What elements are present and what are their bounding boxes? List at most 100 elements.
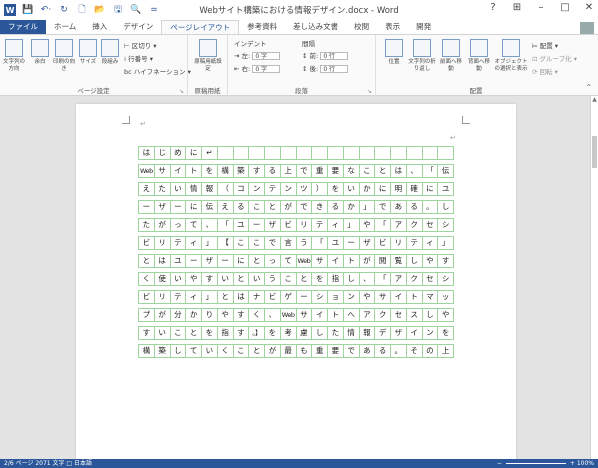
grid-cell[interactable]: と xyxy=(249,255,265,267)
grid-cell[interactable]: こ xyxy=(360,165,376,177)
zoom-in-icon[interactable]: + xyxy=(570,460,575,467)
grid-cell[interactable]: 重 xyxy=(312,345,328,357)
grid-cell[interactable]: イ xyxy=(407,327,423,339)
grid-cell[interactable]: や xyxy=(438,309,454,321)
avatar[interactable] xyxy=(580,22,594,34)
rotate-button[interactable]: ⟳ 回転 ▾ xyxy=(532,66,558,76)
grid-cell[interactable]: ト xyxy=(344,255,360,267)
grid-cell[interactable]: サ xyxy=(375,291,391,303)
send-backward-button[interactable]: 背面へ移動 xyxy=(466,39,492,73)
paragraph-launcher-icon[interactable]: ↘ xyxy=(367,88,372,95)
grid-cell[interactable]: く xyxy=(139,273,155,285)
grid-cell[interactable]: ー xyxy=(297,291,313,303)
grid-cell[interactable]: と xyxy=(249,345,265,357)
align-button[interactable]: ⊨ 配置 ▾ xyxy=(532,40,558,50)
grid-cell[interactable]: シ xyxy=(438,219,454,231)
position-button[interactable]: 位置 xyxy=(382,39,406,66)
grid-cell[interactable]: ビ xyxy=(281,219,297,231)
grid-cell[interactable]: 確 xyxy=(407,183,423,195)
grid-cell[interactable]: ） xyxy=(312,183,328,195)
zoom-out-icon[interactable]: − xyxy=(497,460,502,467)
grid-cell[interactable]: い xyxy=(171,183,187,195)
grid-cell[interactable]: ィ xyxy=(186,291,202,303)
grid-cell[interactable]: へ xyxy=(344,309,360,321)
grid-cell[interactable]: プ xyxy=(139,309,155,321)
grid-cell[interactable]: た xyxy=(155,183,171,195)
grid-cell[interactable]: ビ xyxy=(139,237,155,249)
grid-cell[interactable]: コ xyxy=(234,183,250,195)
grid-cell[interactable]: （ xyxy=(218,183,234,195)
grid-cell[interactable]: な xyxy=(344,165,360,177)
scroll-up-icon[interactable]: ▲ xyxy=(591,96,598,104)
grid-cell[interactable]: ↵ xyxy=(202,147,218,159)
grid-cell[interactable]: 要 xyxy=(328,165,344,177)
grid-cell[interactable]: セ xyxy=(391,309,407,321)
grid-cell[interactable]: や xyxy=(360,219,376,231)
grid-cell[interactable]: う xyxy=(297,237,313,249)
grid-cell[interactable]: ザ xyxy=(202,255,218,267)
vertical-scrollbar[interactable]: ▲ xyxy=(590,96,598,459)
grid-cell[interactable]: は xyxy=(391,165,407,177)
undo-icon[interactable]: ↶· xyxy=(40,4,52,16)
tab-page-layout[interactable]: ページレイアウト xyxy=(161,20,240,34)
grid-cell[interactable] xyxy=(234,147,250,159)
grid-cell[interactable]: や xyxy=(360,291,376,303)
grid-cell[interactable]: こ xyxy=(249,237,265,249)
grid-cell[interactable]: し xyxy=(171,345,187,357)
grid-cell[interactable]: 。】 xyxy=(249,327,265,339)
grid-cell[interactable]: ン xyxy=(344,291,360,303)
help-button[interactable]: ? xyxy=(486,2,500,13)
grid-cell[interactable]: と xyxy=(218,291,234,303)
grid-cell[interactable]: を xyxy=(265,327,281,339)
grid-cell[interactable]: に xyxy=(234,255,250,267)
grid-cell[interactable]: ビ xyxy=(375,237,391,249)
grid-cell[interactable]: ザ xyxy=(265,219,281,231)
grid-cell[interactable]: て xyxy=(186,345,202,357)
grid-cell[interactable]: と xyxy=(186,327,202,339)
grid-cell[interactable]: 分 xyxy=(171,309,187,321)
grid-cell[interactable]: 報 xyxy=(202,183,218,195)
grid-cell[interactable]: ナ xyxy=(249,291,265,303)
grid-cell[interactable]: ユ xyxy=(234,219,250,231)
grid-cell[interactable]: イ xyxy=(391,291,407,303)
customize-qat-icon[interactable]: = xyxy=(148,4,160,16)
grid-cell[interactable]: ザ xyxy=(155,201,171,213)
grid-cell[interactable]: 「 xyxy=(375,219,391,231)
grid-cell[interactable] xyxy=(407,147,423,159)
indent-left-input[interactable]: 0 字 xyxy=(252,52,281,60)
grid-cell[interactable]: る xyxy=(234,201,250,213)
grid-cell[interactable]: で xyxy=(297,201,313,213)
grid-cell[interactable]: 閲 xyxy=(375,255,391,267)
grid-cell[interactable]: が xyxy=(281,201,297,213)
grid-cell[interactable]: ザ xyxy=(391,327,407,339)
grid-cell[interactable]: ョ xyxy=(328,291,344,303)
grid-cell[interactable]: ク xyxy=(407,219,423,231)
grid-cell[interactable]: か xyxy=(344,201,360,213)
grid-cell[interactable]: 、 xyxy=(407,165,423,177)
grid-cell[interactable]: ト xyxy=(186,165,202,177)
grid-cell[interactable]: 、 xyxy=(360,273,376,285)
grid-cell[interactable]: 情 xyxy=(186,183,202,195)
grid-cell[interactable]: ゲ xyxy=(281,291,297,303)
grid-cell[interactable]: た xyxy=(328,327,344,339)
group-button[interactable]: ⊡ グループ化 ▾ xyxy=(532,53,577,63)
grid-cell[interactable]: で xyxy=(297,165,313,177)
grid-cell[interactable]: い xyxy=(202,345,218,357)
grid-cell[interactable]: テ xyxy=(312,219,328,231)
grid-cell[interactable]: を xyxy=(328,183,344,195)
grid-cell[interactable]: か xyxy=(360,183,376,195)
grid-cell[interactable]: と xyxy=(265,201,281,213)
grid-cell[interactable]: 」 xyxy=(344,219,360,231)
grid-cell[interactable]: か xyxy=(186,309,202,321)
grid-cell[interactable] xyxy=(438,147,454,159)
grid-cell[interactable]: サ xyxy=(312,255,328,267)
grid-cell[interactable]: て xyxy=(281,255,297,267)
grid-cell[interactable]: 考 xyxy=(281,327,297,339)
grid-cell[interactable]: し xyxy=(344,273,360,285)
grid-cell[interactable]: 最 xyxy=(281,345,297,357)
grid-cell[interactable]: 伝 xyxy=(438,165,454,177)
grid-cell[interactable]: ク xyxy=(407,273,423,285)
grid-cell[interactable]: 」 xyxy=(202,237,218,249)
grid-cell[interactable]: 構 xyxy=(139,345,155,357)
grid-cell[interactable]: し xyxy=(423,309,439,321)
